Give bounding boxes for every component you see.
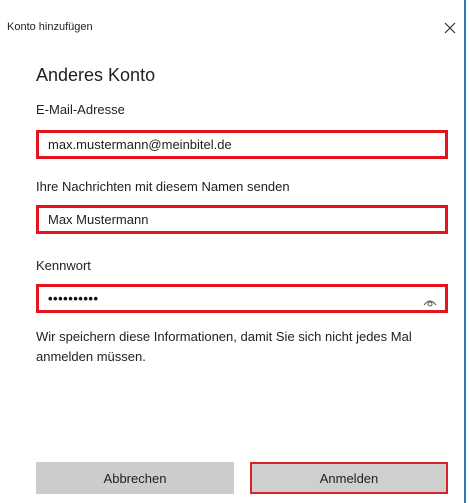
- add-account-dialog: Konto hinzufügen Anderes Konto E-Mail-Ad…: [0, 0, 466, 503]
- cancel-button[interactable]: Abbrechen: [36, 462, 234, 494]
- display-name-field[interactable]: [48, 212, 388, 227]
- email-field[interactable]: [48, 137, 388, 152]
- eye-icon[interactable]: [423, 294, 437, 307]
- display-name-label: Ihre Nachrichten mit diesem Namen senden: [36, 179, 290, 194]
- display-name-field-box[interactable]: [36, 205, 448, 234]
- dialog-title: Konto hinzufügen: [7, 21, 93, 33]
- close-icon[interactable]: [442, 20, 458, 36]
- password-field[interactable]: ••••••••••: [36, 284, 448, 313]
- password-value: ••••••••••: [48, 291, 99, 306]
- login-button[interactable]: Anmelden: [250, 462, 448, 494]
- info-text: Wir speichern diese Informationen, damit…: [36, 329, 412, 364]
- page-title: Anderes Konto: [36, 65, 156, 85]
- email-field-box[interactable]: [36, 130, 448, 159]
- email-label: E-Mail-Adresse: [36, 102, 125, 117]
- password-label: Kennwort: [36, 258, 91, 273]
